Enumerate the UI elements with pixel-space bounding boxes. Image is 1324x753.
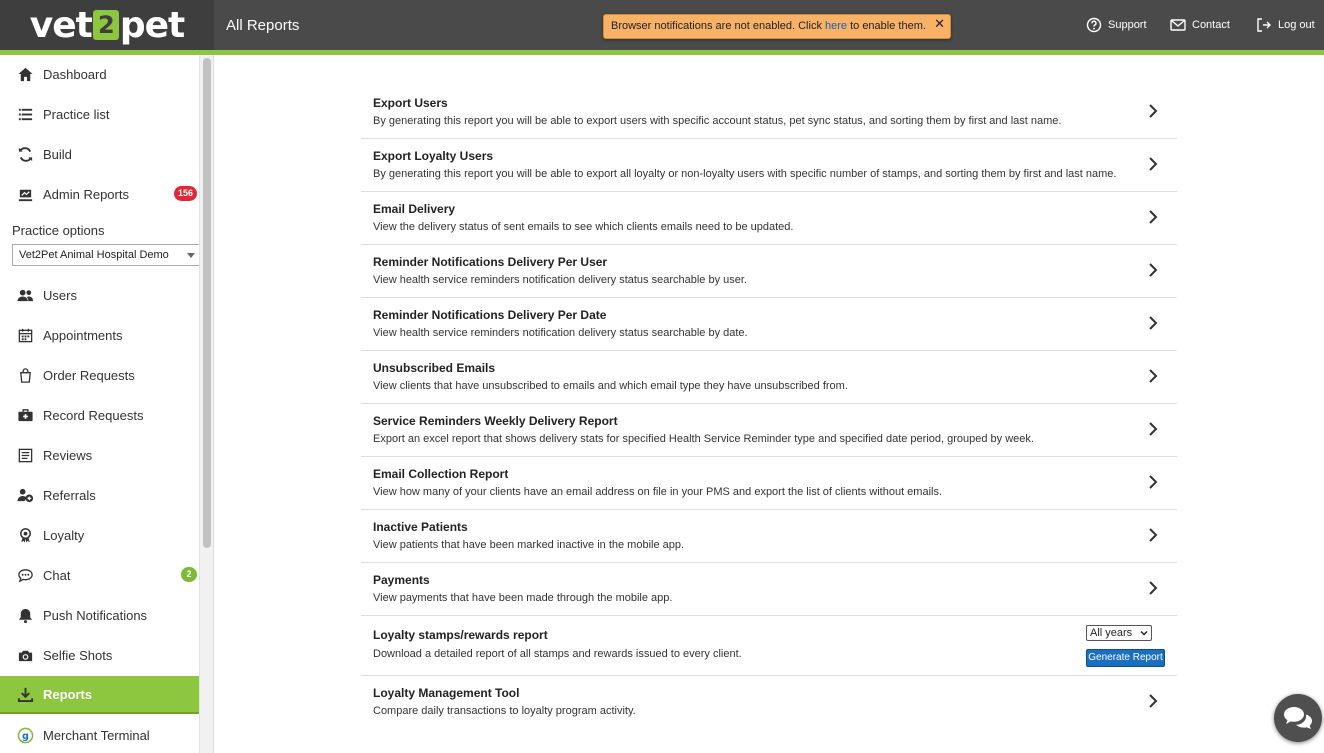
report-loyalty-stamps-rewards: Loyalty stamps/rewards report Download a…	[361, 616, 1177, 676]
sidebar-item-reports[interactable]: Reports	[0, 676, 199, 714]
report-export-users[interactable]: Export Users By generating this report y…	[361, 86, 1177, 139]
chat-widget-button[interactable]	[1274, 694, 1322, 742]
support-link[interactable]: Support	[1086, 17, 1147, 33]
generate-report-button[interactable]: Generate Report	[1086, 649, 1165, 667]
ribbon-icon	[15, 525, 35, 545]
referrals-icon	[15, 485, 35, 505]
chat-icon	[15, 565, 35, 585]
chevron-down-icon	[1140, 630, 1148, 636]
admin-reports-badge: 156	[174, 186, 197, 201]
sidebar-item-record-requests[interactable]: Record Requests	[0, 396, 199, 434]
chat-bubbles-icon	[1284, 707, 1312, 729]
report-unsubscribed-emails[interactable]: Unsubscribed Emails View clients that ha…	[361, 351, 1177, 404]
bell-icon	[15, 605, 35, 625]
chat-badge: 2	[181, 567, 197, 582]
camera-icon	[15, 645, 35, 665]
report-reminder-delivery-per-date[interactable]: Reminder Notifications Delivery Per Date…	[361, 298, 1177, 351]
chevron-right-icon	[1149, 316, 1158, 330]
sidebar-item-chat[interactable]: Chat 2	[0, 556, 199, 594]
list-icon	[15, 104, 35, 124]
medical-kit-icon	[15, 405, 35, 425]
sidebar-item-merchant-terminal[interactable]: g Merchant Terminal	[0, 716, 199, 753]
report-reminder-delivery-per-user[interactable]: Reminder Notifications Delivery Per User…	[361, 245, 1177, 298]
sidebar-item-order-requests[interactable]: Order Requests	[0, 356, 199, 394]
chevron-right-icon	[1149, 475, 1158, 489]
report-inactive-patients[interactable]: Inactive Patients View patients that hav…	[361, 510, 1177, 563]
sidebar-item-push-notifications[interactable]: Push Notifications	[0, 596, 199, 634]
sidebar-item-build[interactable]: Build	[0, 135, 199, 173]
year-select[interactable]: All years	[1086, 625, 1152, 641]
chevron-right-icon	[1149, 157, 1158, 171]
close-notification-button[interactable]: ✕	[934, 16, 945, 32]
home-icon	[15, 64, 35, 84]
sidebar-item-users[interactable]: Users	[0, 276, 199, 314]
users-icon	[15, 285, 35, 305]
admin-reports-icon	[15, 184, 35, 204]
report-export-loyalty-users[interactable]: Export Loyalty Users By generating this …	[361, 139, 1177, 192]
chevron-right-icon	[1149, 694, 1158, 708]
mail-icon	[1170, 19, 1186, 31]
page-title: All Reports	[226, 17, 300, 34]
sidebar-item-appointments[interactable]: Appointments	[0, 316, 199, 354]
report-email-collection[interactable]: Email Collection Report View how many of…	[361, 457, 1177, 510]
sidebar-item-reviews[interactable]: Reviews	[0, 436, 199, 474]
sidebar-scrollbar-thumb[interactable]	[203, 58, 211, 548]
sidebar-item-loyalty[interactable]: Loyalty	[0, 516, 199, 554]
sidebar-item-practice-list[interactable]: Practice list	[0, 95, 199, 133]
help-circle-icon	[1086, 17, 1102, 33]
chevron-right-icon	[1149, 369, 1158, 383]
chevron-down-icon	[187, 253, 195, 258]
reviews-icon	[15, 445, 35, 465]
vet2pet-logo[interactable]: vet 2 pet	[0, 0, 214, 50]
browser-notification-banner: Browser notifications are not enabled. C…	[603, 14, 951, 39]
chevron-right-icon	[1149, 210, 1158, 224]
bag-icon	[15, 365, 35, 385]
download-icon	[15, 684, 35, 704]
chevron-right-icon	[1149, 104, 1158, 118]
report-payments[interactable]: Payments View payments that have been ma…	[361, 563, 1177, 616]
chevron-right-icon	[1149, 528, 1158, 542]
logout-icon	[1257, 18, 1271, 32]
report-email-delivery[interactable]: Email Delivery View the delivery status …	[361, 192, 1177, 245]
enable-notifications-link[interactable]: here	[825, 20, 847, 32]
refresh-icon	[15, 144, 35, 164]
sidebar-item-admin-reports[interactable]: Admin Reports 156	[0, 175, 199, 213]
sidebar-item-selfie-shots[interactable]: Selfie Shots	[0, 636, 199, 674]
sidebar-item-referrals[interactable]: Referrals	[0, 476, 199, 514]
report-loyalty-management-tool[interactable]: Loyalty Management Tool Compare daily tr…	[361, 676, 1177, 729]
sidebar-item-dashboard[interactable]: Dashboard	[0, 55, 199, 93]
sidebar: Dashboard Practice list Build Admin Repo…	[0, 55, 214, 753]
svg-text:g: g	[22, 730, 29, 741]
report-service-reminders-weekly[interactable]: Service Reminders Weekly Delivery Report…	[361, 404, 1177, 457]
contact-link[interactable]: Contact	[1170, 17, 1230, 33]
practice-options-label: Practice options	[12, 223, 105, 238]
chevron-right-icon	[1149, 422, 1158, 436]
top-header: vet 2 pet All Reports Browser notification…	[0, 0, 1324, 55]
chevron-right-icon	[1149, 263, 1158, 277]
practice-select[interactable]: Vet2Pet Animal Hospital Demo	[12, 244, 200, 266]
calendar-icon	[15, 325, 35, 345]
g-logo-icon: g	[15, 725, 35, 745]
chevron-right-icon	[1149, 581, 1158, 595]
logout-link[interactable]: Log out	[1256, 17, 1315, 33]
